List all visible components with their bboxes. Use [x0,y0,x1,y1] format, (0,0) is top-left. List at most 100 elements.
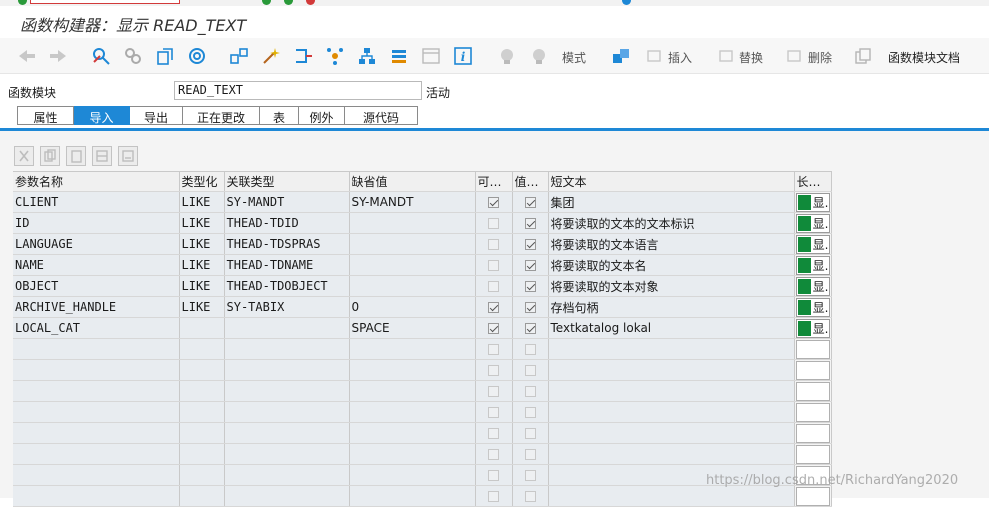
table-row[interactable] [13,443,832,465]
empty-checkbox[interactable] [488,365,499,376]
table-row[interactable]: ID LIKE THEAD-TDID 将要读取的文本的文本标识 显. [13,212,832,234]
table-cell[interactable] [475,464,513,486]
table-cell[interactable]: LANGUAGE [13,233,180,255]
table-cell[interactable] [179,359,225,381]
empty-checkbox[interactable] [488,449,499,460]
empty-checkbox[interactable] [524,407,536,418]
long-text-button[interactable] [795,445,830,464]
table-cell[interactable] [349,275,476,297]
table-cell[interactable] [349,464,476,486]
table-cell[interactable] [512,359,549,381]
tab-import[interactable]: 导入 [74,106,130,125]
table-cell[interactable] [13,422,180,444]
table-cell[interactable] [179,317,225,339]
table-row[interactable] [13,338,832,360]
mode-button[interactable]: 模式 [562,49,586,66]
gray-bulb-icon[interactable] [528,44,550,68]
table-cell[interactable] [179,380,225,402]
table-cell[interactable] [13,380,180,402]
table-cell[interactable] [475,422,513,444]
hierarchy-icon[interactable] [228,44,250,68]
pass-value-checkbox[interactable] [524,281,536,292]
display-change-icon[interactable] [90,44,112,68]
table-cell[interactable]: LIKE [179,191,225,213]
table-cell[interactable]: SY-MANDT [224,191,350,213]
table-cell[interactable] [224,380,350,402]
column-header[interactable]: 长… [794,171,832,192]
table-cell[interactable]: THEAD-TDNAME [224,254,350,276]
pass-value-checkbox[interactable] [524,323,536,334]
table-row[interactable] [13,485,832,507]
stack-icon[interactable] [388,44,410,68]
table-cell[interactable] [794,359,832,381]
table-cell[interactable]: 将要读取的文本对象 [548,275,795,297]
table-cell[interactable] [224,485,350,507]
table-cell[interactable] [475,359,513,381]
optional-checkbox[interactable] [488,197,499,208]
table-cell[interactable] [13,401,180,423]
forward-arrow-icon[interactable] [47,44,69,68]
table-cell[interactable] [13,359,180,381]
table-row[interactable]: NAME LIKE THEAD-TDNAME 将要读取的文本名 显. [13,254,832,276]
table-cell[interactable] [512,401,549,423]
table-cell[interactable] [512,443,549,465]
table-cell[interactable]: ARCHIVE_HANDLE [13,296,180,318]
table-cell[interactable] [224,464,350,486]
table-cell[interactable] [512,485,549,507]
pass-value-checkbox[interactable] [524,239,536,250]
table-row[interactable]: LOCAL_CAT SPACE Textkatalog lokal 显. [13,317,832,339]
table-row[interactable]: ARCHIVE_HANDLE LIKE SY-TABIX 0 存档句柄 显. [13,296,832,318]
where-used-icon[interactable] [186,44,208,68]
long-text-button[interactable]: 显. [795,235,830,254]
column-header[interactable]: 短文本 [548,171,795,192]
long-text-button[interactable]: 显. [795,214,830,233]
table-cell[interactable] [224,401,350,423]
pass-value-checkbox[interactable] [524,218,536,229]
table-cell[interactable] [349,338,476,360]
object-list-icon[interactable] [356,44,378,68]
long-text-button[interactable] [795,403,830,422]
table-cell[interactable]: ID [13,212,180,234]
table-cell[interactable]: LIKE [179,296,225,318]
documentation-icon[interactable] [852,44,874,68]
table-cell[interactable]: Textkatalog lokal [548,317,795,339]
empty-checkbox[interactable] [524,449,536,460]
delete-row-icon[interactable] [784,44,804,68]
table-cell[interactable] [179,401,225,423]
table-cell[interactable]: THEAD-TDOBJECT [224,275,350,297]
paste-icon[interactable] [66,146,86,166]
table-cell[interactable] [224,338,350,360]
pattern-icon[interactable] [610,44,632,68]
table-cell[interactable] [224,359,350,381]
table-cell[interactable] [548,338,795,360]
empty-checkbox[interactable] [524,470,536,481]
table-cell[interactable] [548,443,795,465]
insert-button[interactable]: 插入 [668,49,692,66]
table-cell[interactable] [548,380,795,402]
table-cell[interactable] [512,464,549,486]
long-text-button[interactable] [795,424,830,443]
table-row[interactable]: LANGUAGE LIKE THEAD-TDSPRAS 将要读取的文本语言 显. [13,233,832,255]
table-cell[interactable] [13,443,180,465]
table-cell[interactable] [349,443,476,465]
pass-value-checkbox[interactable] [524,260,536,271]
table-cell[interactable] [794,443,832,465]
gray-bulb-icon[interactable] [496,44,518,68]
table-cell[interactable] [512,422,549,444]
column-header[interactable]: 类型化 [179,171,225,192]
table-cell[interactable] [179,464,225,486]
tab-changing[interactable]: 正在更改 [183,106,260,125]
table-cell[interactable] [13,338,180,360]
copy-object-icon[interactable] [154,44,176,68]
table-cell[interactable] [13,464,180,486]
navigation-icon[interactable] [324,44,346,68]
optional-checkbox[interactable] [488,302,499,313]
column-header[interactable]: 参数名称 [13,171,180,192]
optional-checkbox[interactable] [488,218,499,229]
table-cell[interactable]: OBJECT [13,275,180,297]
table-row[interactable] [13,359,832,381]
table-cell[interactable]: THEAD-TDID [224,212,350,234]
table-cell[interactable] [548,422,795,444]
long-text-button[interactable] [795,340,830,359]
test-icon[interactable] [292,44,314,68]
